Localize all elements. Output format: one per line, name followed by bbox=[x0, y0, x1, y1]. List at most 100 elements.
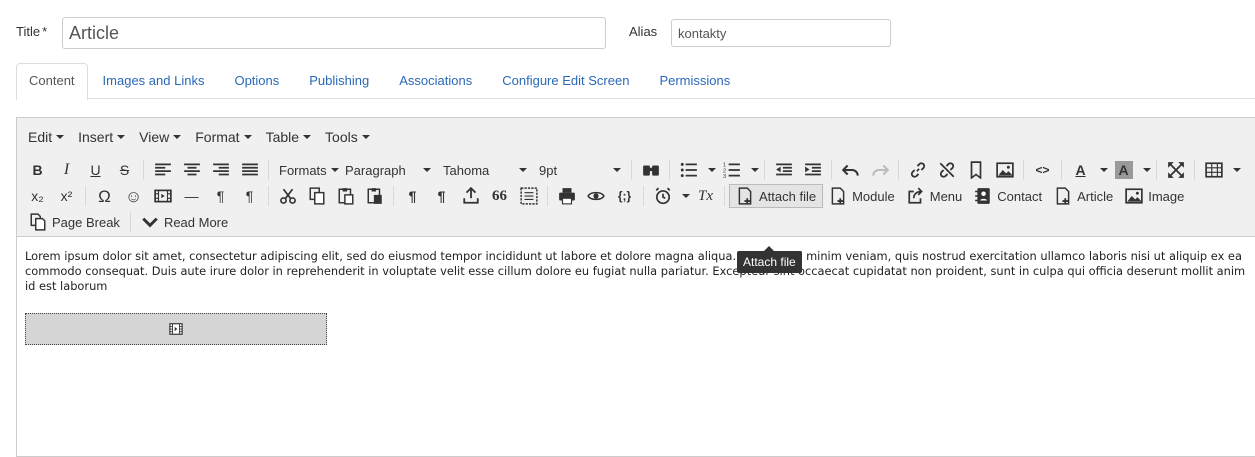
text-color-dropdown[interactable] bbox=[1095, 158, 1109, 182]
menu-format[interactable]: Format bbox=[188, 129, 258, 145]
emoticons-button[interactable]: ☺ bbox=[119, 184, 148, 208]
menu-table[interactable]: Table bbox=[259, 129, 318, 145]
image-button[interactable]: Image bbox=[1119, 184, 1190, 208]
datetime-button[interactable] bbox=[648, 184, 677, 208]
undo-button[interactable] bbox=[836, 158, 865, 182]
copy-button[interactable] bbox=[302, 184, 331, 208]
bold-icon: B bbox=[32, 162, 43, 178]
alias-input[interactable] bbox=[671, 19, 891, 47]
tab-configure-edit-screen[interactable]: Configure Edit Screen bbox=[487, 63, 644, 99]
insert-datetime-button[interactable] bbox=[456, 184, 485, 208]
blockquote-button[interactable]: 66 bbox=[485, 184, 514, 208]
print-button[interactable] bbox=[552, 184, 581, 208]
show-blocks-button[interactable]: ¶ bbox=[398, 184, 427, 208]
insert-image-button[interactable] bbox=[990, 158, 1019, 182]
copy-icon bbox=[309, 187, 324, 205]
attach-file-button[interactable]: Attach file bbox=[729, 184, 824, 208]
bullet-list-icon bbox=[680, 162, 697, 178]
tab-publishing[interactable]: Publishing bbox=[294, 63, 384, 99]
font-size-select[interactable]: 9pt bbox=[533, 158, 627, 182]
text-color-icon: A bbox=[1075, 162, 1086, 178]
chevron-down-icon bbox=[303, 134, 312, 139]
chevron-down-icon bbox=[173, 134, 182, 139]
align-left-button[interactable] bbox=[148, 158, 177, 182]
menu-insert[interactable]: Insert bbox=[71, 129, 132, 145]
page-break-button[interactable]: Page Break bbox=[23, 210, 126, 234]
menu-button[interactable]: Menu bbox=[901, 184, 969, 208]
preview-button[interactable] bbox=[581, 184, 610, 208]
bold-button[interactable]: B bbox=[23, 158, 52, 182]
insert-link-button[interactable] bbox=[903, 158, 932, 182]
superscript-button[interactable]: x² bbox=[52, 184, 81, 208]
cut-button[interactable] bbox=[273, 184, 302, 208]
tab-bar: Content Images and Links Options Publish… bbox=[16, 63, 1255, 100]
align-center-button[interactable] bbox=[177, 158, 206, 182]
fullscreen-button[interactable] bbox=[1161, 158, 1190, 182]
justify-button[interactable] bbox=[235, 158, 264, 182]
formats-select[interactable]: Formats bbox=[273, 158, 339, 182]
subscript-button[interactable]: x₂ bbox=[23, 184, 52, 208]
code-icon: <> bbox=[1035, 163, 1050, 177]
editor-content-area[interactable]: Lorem ipsum dolor sit amet, consectetur … bbox=[17, 237, 1255, 357]
anchor-button[interactable] bbox=[961, 158, 990, 182]
special-character-button[interactable]: Ω bbox=[90, 184, 119, 208]
attach-file-tooltip: Attach file bbox=[737, 246, 802, 273]
read-more-button[interactable]: Read More bbox=[135, 210, 234, 234]
paste-button[interactable] bbox=[331, 184, 360, 208]
align-right-icon bbox=[212, 163, 229, 176]
tab-content[interactable]: Content bbox=[16, 63, 88, 100]
tab-associations[interactable]: Associations bbox=[384, 63, 487, 99]
italic-button[interactable]: I bbox=[52, 158, 81, 182]
source-code-button[interactable]: <> bbox=[1028, 158, 1057, 182]
tab-images-and-links[interactable]: Images and Links bbox=[88, 63, 220, 99]
datetime-dropdown[interactable] bbox=[677, 184, 691, 208]
paste-text-button[interactable] bbox=[360, 184, 389, 208]
embedded-media-placeholder[interactable] bbox=[25, 313, 327, 345]
article-label: Article bbox=[1077, 188, 1114, 204]
pilcrow-icon: ¶ bbox=[408, 188, 417, 204]
table-button[interactable] bbox=[1199, 158, 1228, 182]
text-color-button[interactable]: A bbox=[1066, 158, 1095, 182]
contact-button[interactable]: Contact bbox=[968, 184, 1048, 208]
module-button[interactable]: Module bbox=[823, 184, 901, 208]
italic-icon: I bbox=[63, 161, 70, 178]
toolbar-separator bbox=[1023, 160, 1024, 180]
menu-edit[interactable]: Edit bbox=[21, 129, 71, 145]
redo-button[interactable] bbox=[865, 158, 894, 182]
eye-icon bbox=[586, 191, 605, 201]
title-input[interactable] bbox=[62, 17, 606, 49]
tab-options[interactable]: Options bbox=[219, 63, 294, 99]
underline-icon: U bbox=[90, 162, 101, 178]
rtl-button[interactable]: ¶ bbox=[235, 184, 264, 208]
ltr-button[interactable]: ¶ bbox=[206, 184, 235, 208]
article-button[interactable]: Article bbox=[1048, 184, 1119, 208]
tab-permissions[interactable]: Permissions bbox=[644, 63, 745, 99]
underline-button[interactable]: U bbox=[81, 158, 110, 182]
font-family-select[interactable]: Tahoma bbox=[437, 158, 533, 182]
binoculars-icon bbox=[642, 165, 659, 176]
numbered-list-dropdown[interactable] bbox=[746, 158, 760, 182]
bullet-list-button[interactable] bbox=[674, 158, 703, 182]
visual-chars-button[interactable]: ¶ bbox=[427, 184, 456, 208]
insert-media-button[interactable] bbox=[148, 184, 177, 208]
paragraph-select[interactable]: Paragraph bbox=[339, 158, 437, 182]
find-replace-button[interactable] bbox=[636, 158, 665, 182]
clear-formatting-button[interactable]: Tx bbox=[691, 184, 720, 208]
menu-view[interactable]: View bbox=[132, 129, 188, 145]
background-color-dropdown[interactable] bbox=[1138, 158, 1152, 182]
menu-tools[interactable]: Tools bbox=[318, 129, 377, 145]
bullet-list-dropdown[interactable] bbox=[703, 158, 717, 182]
toolbar-separator bbox=[764, 160, 765, 180]
align-right-button[interactable] bbox=[206, 158, 235, 182]
template-button[interactable] bbox=[514, 184, 543, 208]
table-dropdown[interactable] bbox=[1228, 158, 1242, 182]
image-label: Image bbox=[1148, 188, 1185, 204]
strikethrough-button[interactable]: S bbox=[110, 158, 139, 182]
remove-link-button[interactable] bbox=[932, 158, 961, 182]
background-color-button[interactable]: A bbox=[1109, 158, 1138, 182]
horizontal-rule-button[interactable]: — bbox=[177, 184, 206, 208]
numbered-list-button[interactable]: 123 bbox=[717, 158, 746, 182]
indent-button[interactable] bbox=[798, 158, 827, 182]
code-sample-button[interactable]: {;} bbox=[610, 184, 639, 208]
outdent-button[interactable] bbox=[769, 158, 798, 182]
